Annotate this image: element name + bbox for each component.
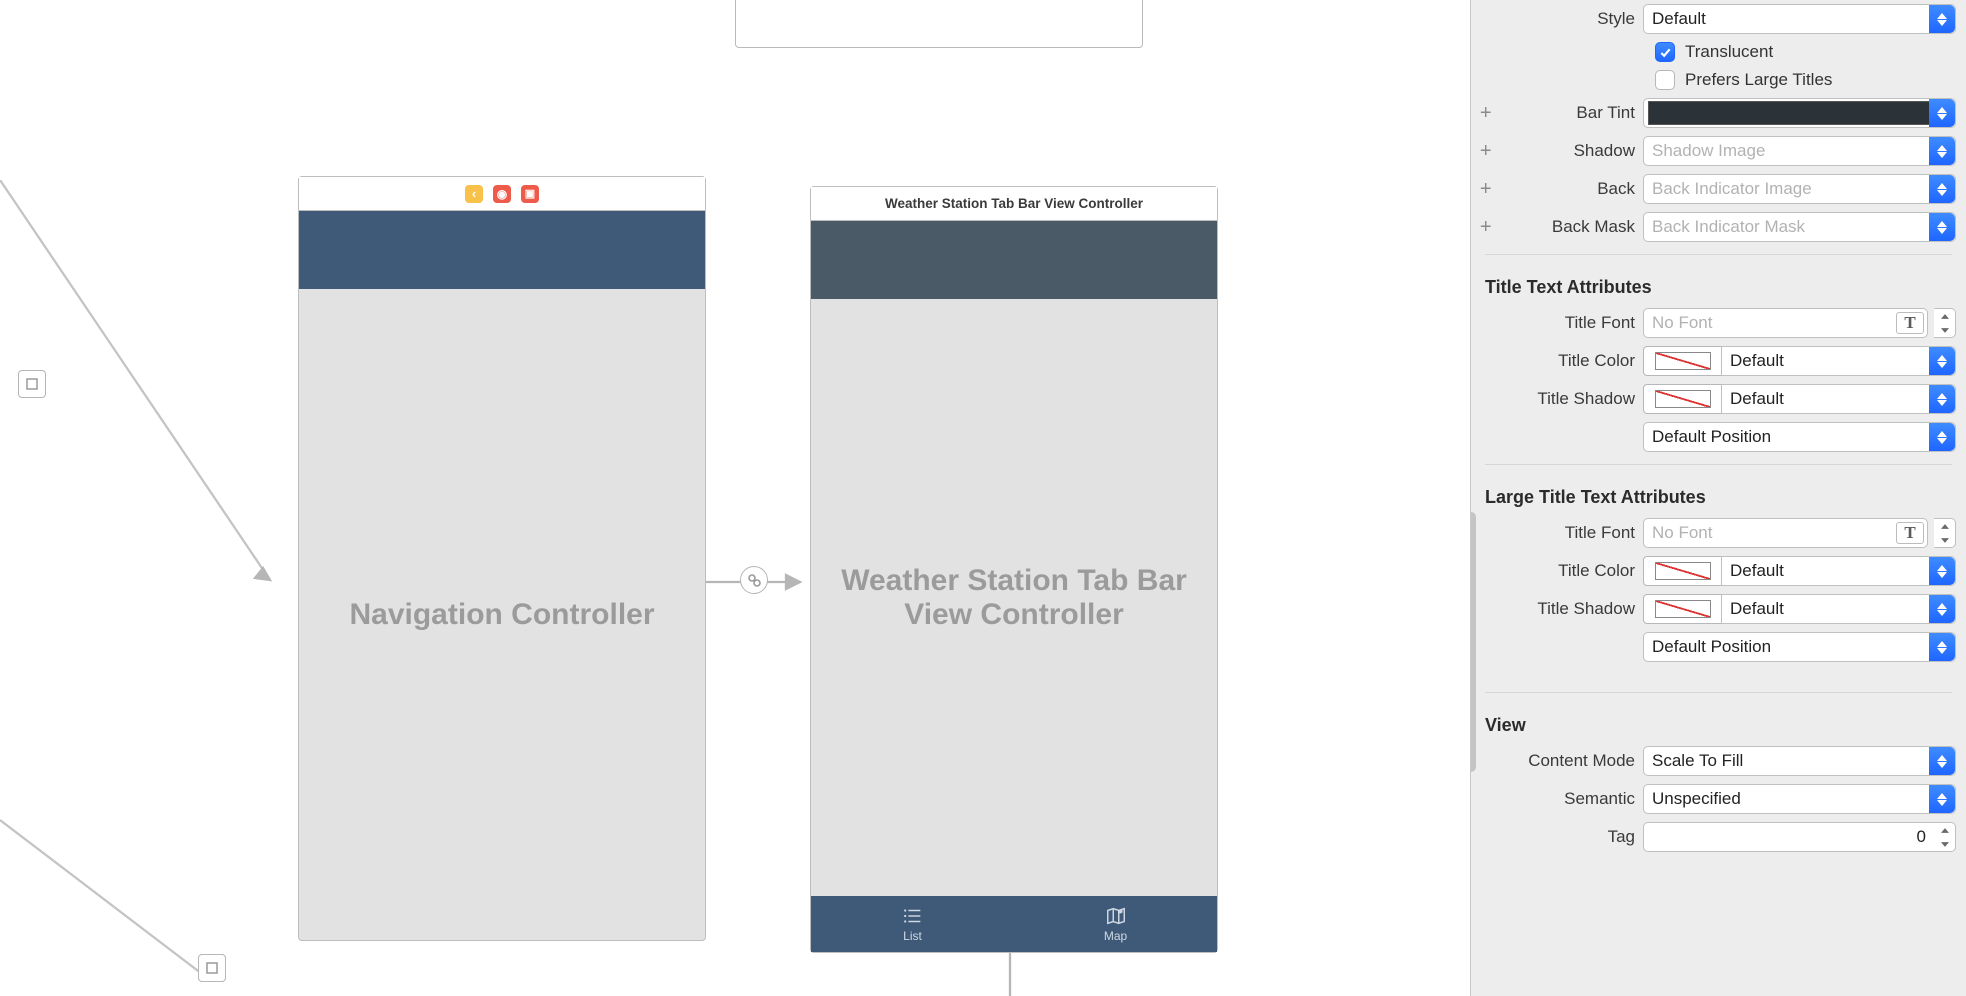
chevron-updown-icon — [1929, 347, 1955, 375]
tab-map[interactable]: Map — [1014, 896, 1217, 952]
title-color-well[interactable] — [1643, 346, 1721, 376]
label-title-font: Title Font — [1499, 313, 1635, 333]
section-title-text-attributes: Title Text Attributes — [1471, 263, 1966, 304]
translucent-checkbox[interactable] — [1655, 42, 1675, 62]
large-title-shadow-well[interactable] — [1643, 594, 1721, 624]
semantic-popup[interactable]: Unspecified — [1643, 784, 1956, 814]
label-large-title-shadow: Title Shadow — [1499, 599, 1635, 619]
font-size-stepper[interactable] — [1934, 308, 1956, 338]
scene-weather-station-tabbar[interactable]: Weather Station Tab Bar View Controller … — [810, 186, 1218, 953]
title-shadow-position-popup[interactable]: Default Position — [1643, 422, 1956, 452]
chevron-updown-icon — [1929, 785, 1955, 813]
back-mask-popup[interactable]: Back Indicator Mask — [1643, 212, 1956, 242]
chevron-updown-icon — [1929, 385, 1955, 413]
tab-label: List — [903, 929, 922, 943]
exit-icon: ▣ — [521, 185, 539, 203]
label-back: Back — [1499, 179, 1635, 199]
label-shadow: Shadow — [1499, 141, 1635, 161]
large-title-shadow-popup[interactable]: Default — [1721, 594, 1956, 624]
label-bar-tint: Bar Tint — [1499, 103, 1635, 123]
content-mode-popup[interactable]: Scale To Fill — [1643, 746, 1956, 776]
label-back-mask: Back Mask — [1499, 217, 1635, 237]
large-title-color-well[interactable] — [1643, 556, 1721, 586]
label-title-shadow: Title Shadow — [1499, 389, 1635, 409]
font-size-stepper[interactable] — [1934, 518, 1956, 548]
scene-header: ‹ ◉ ▣ — [299, 177, 705, 211]
chevron-updown-icon — [1929, 99, 1955, 127]
chevron-updown-icon — [1929, 213, 1955, 241]
tag-stepper[interactable] — [1934, 822, 1956, 852]
add-attribute-button[interactable]: + — [1477, 104, 1495, 122]
shadow-image-popup[interactable]: Shadow Image — [1643, 136, 1956, 166]
label-large-title-font: Title Font — [1499, 523, 1635, 543]
label-tag: Tag — [1499, 827, 1635, 847]
chevron-updown-icon — [1929, 747, 1955, 775]
chevron-updown-icon — [1929, 423, 1955, 451]
add-attribute-button[interactable]: + — [1477, 142, 1495, 160]
tab-label: Map — [1104, 929, 1127, 943]
label-translucent: Translucent — [1685, 42, 1773, 62]
constraint-badge-icon — [198, 954, 226, 982]
scene-placeholder-title: Weather Station Tab Bar View Controller — [811, 299, 1217, 896]
navigation-bar-preview — [811, 221, 1217, 299]
offscreen-scene-frame — [735, 0, 1143, 48]
section-view: View — [1471, 701, 1966, 742]
style-popup[interactable]: Default — [1643, 4, 1956, 34]
prefers-large-titles-checkbox[interactable] — [1655, 70, 1675, 90]
title-shadow-well[interactable] — [1643, 384, 1721, 414]
label-title-color: Title Color — [1499, 351, 1635, 371]
segue-badge-icon[interactable] — [740, 566, 768, 594]
large-title-shadow-position-popup[interactable]: Default Position — [1643, 632, 1956, 662]
constraint-badge-icon — [18, 370, 46, 398]
title-font-field[interactable]: No Font T — [1643, 308, 1928, 338]
bar-tint-colorwell[interactable] — [1648, 101, 1947, 125]
map-icon — [1105, 905, 1127, 927]
storyboard-canvas[interactable]: ‹ ◉ ▣ Navigation Controller Weather Stat… — [0, 0, 1470, 996]
tag-field[interactable]: 0 — [1643, 822, 1934, 852]
section-large-title-text-attributes: Large Title Text Attributes — [1471, 473, 1966, 514]
font-picker-icon[interactable]: T — [1896, 312, 1924, 334]
label-prefers-large-titles: Prefers Large Titles — [1685, 70, 1832, 90]
large-title-font-field[interactable]: No Font T — [1643, 518, 1928, 548]
chevron-updown-icon — [1929, 5, 1955, 33]
add-attribute-button[interactable]: + — [1477, 218, 1495, 236]
chevron-updown-icon — [1929, 557, 1955, 585]
label-large-title-color: Title Color — [1499, 561, 1635, 581]
scene-placeholder-title: Navigation Controller — [299, 289, 705, 940]
chevron-updown-icon — [1929, 633, 1955, 661]
tab-list[interactable]: List — [811, 896, 1014, 952]
tab-bar-preview: List Map — [811, 896, 1217, 952]
bar-tint-popup[interactable] — [1643, 98, 1956, 128]
font-picker-icon[interactable]: T — [1896, 522, 1924, 544]
scene-header-title: Weather Station Tab Bar View Controller — [811, 187, 1217, 221]
back-indicator-popup[interactable]: Back Indicator Image — [1643, 174, 1956, 204]
navigation-bar-preview — [299, 211, 705, 289]
back-icon: ‹ — [465, 185, 483, 203]
list-icon — [902, 905, 924, 927]
attributes-inspector: +Style Default Translucent Prefers L — [1470, 0, 1966, 996]
large-title-color-popup[interactable]: Default — [1721, 556, 1956, 586]
scene-navigation-controller[interactable]: ‹ ◉ ▣ Navigation Controller — [298, 176, 706, 941]
chevron-updown-icon — [1929, 595, 1955, 623]
chevron-updown-icon — [1929, 175, 1955, 203]
label-style: Style — [1499, 9, 1635, 29]
add-attribute-button[interactable]: + — [1477, 180, 1495, 198]
label-semantic: Semantic — [1499, 789, 1635, 809]
title-color-popup[interactable]: Default — [1721, 346, 1956, 376]
label-content-mode: Content Mode — [1499, 751, 1635, 771]
title-shadow-popup[interactable]: Default — [1721, 384, 1956, 414]
first-responder-icon: ◉ — [493, 185, 511, 203]
chevron-updown-icon — [1929, 137, 1955, 165]
